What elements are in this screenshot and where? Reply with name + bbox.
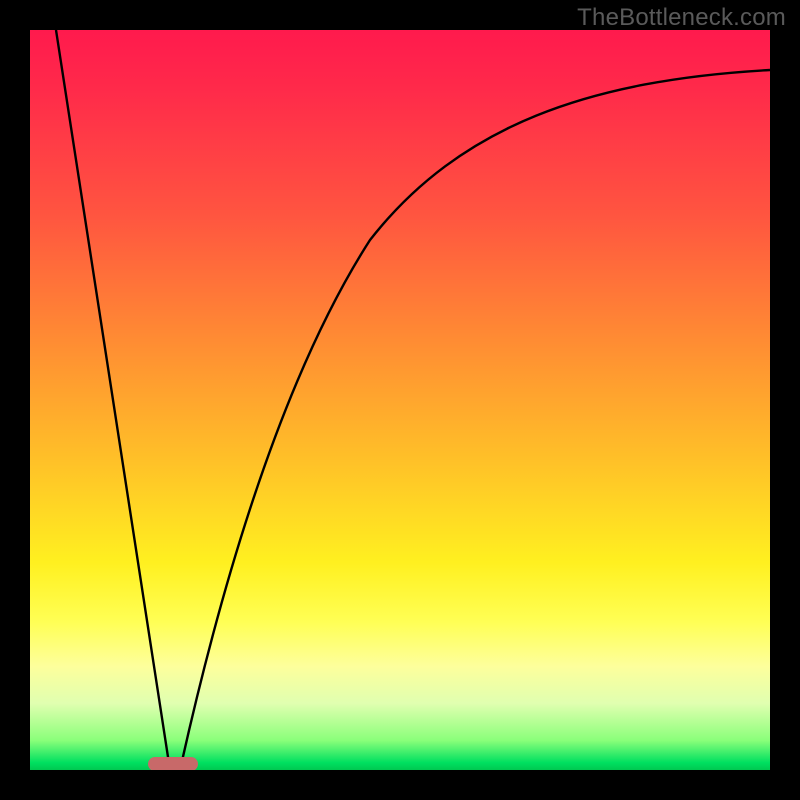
optimal-marker bbox=[148, 757, 198, 770]
curve-path bbox=[56, 30, 770, 770]
chart-frame: TheBottleneck.com bbox=[0, 0, 800, 800]
plot-area bbox=[30, 30, 770, 770]
bottleneck-curve bbox=[30, 30, 770, 770]
watermark-text: TheBottleneck.com bbox=[577, 4, 786, 32]
